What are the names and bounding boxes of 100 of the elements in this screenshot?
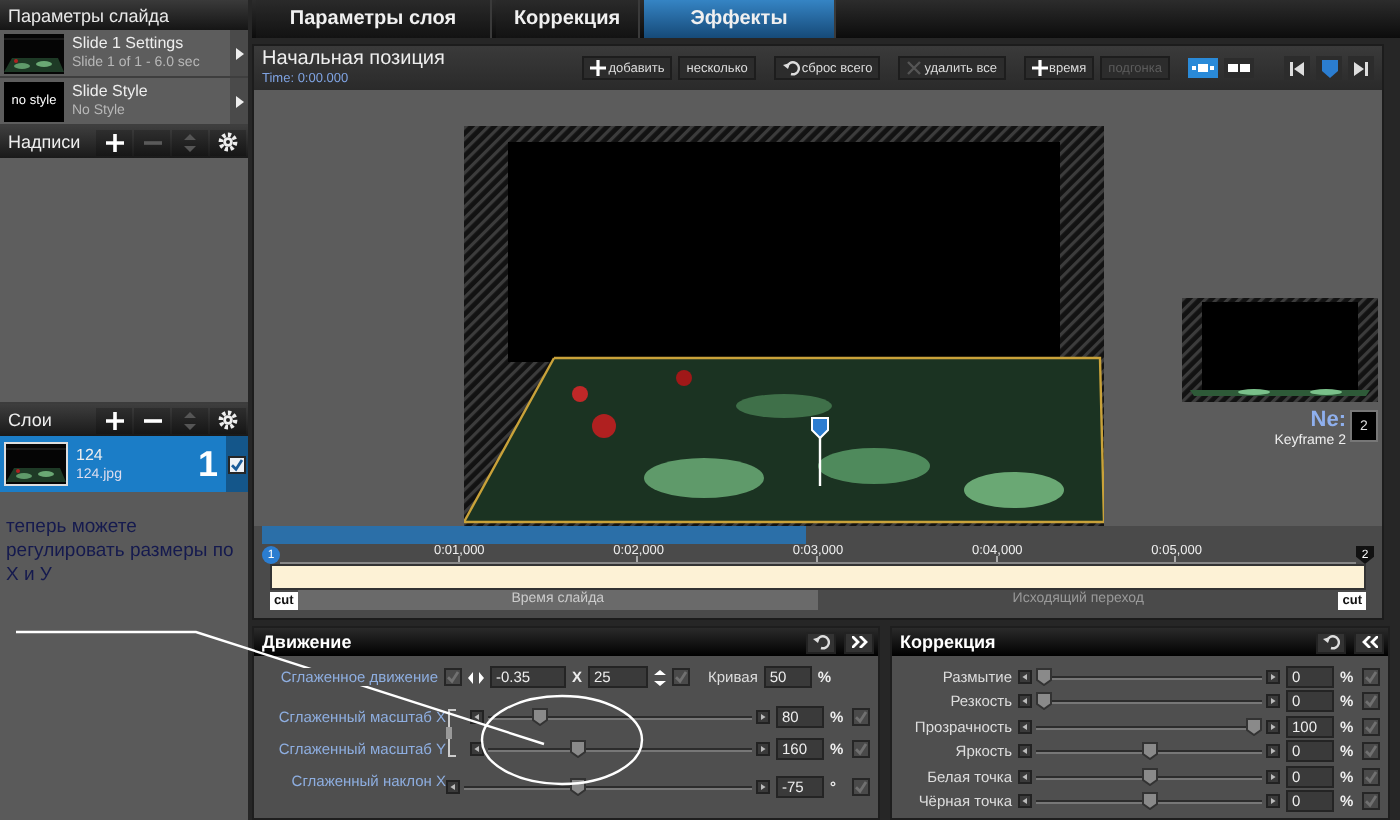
layer-name: 124 bbox=[76, 445, 105, 465]
layer-number: 1 bbox=[197, 443, 218, 485]
item-title: Slide 1 Settings bbox=[72, 34, 186, 54]
next-label: Ne: bbox=[1310, 410, 1346, 432]
decrease-button[interactable] bbox=[1018, 744, 1032, 759]
increase-button[interactable] bbox=[1266, 744, 1280, 759]
increase-button[interactable] bbox=[756, 742, 770, 756]
gear-icon bbox=[218, 410, 238, 430]
expand-button[interactable] bbox=[844, 631, 874, 653]
gear-icon bbox=[218, 132, 238, 152]
last-keyframe-button[interactable] bbox=[1348, 56, 1374, 80]
increase-button[interactable] bbox=[1266, 694, 1280, 709]
reset-button[interactable] bbox=[806, 631, 836, 653]
plus-icon bbox=[105, 133, 123, 151]
view-toggle[interactable] bbox=[1224, 58, 1254, 78]
slider-thumb[interactable] bbox=[532, 708, 549, 726]
plus-icon bbox=[1031, 60, 1047, 76]
single-view-icon bbox=[1192, 64, 1214, 72]
settings-button[interactable] bbox=[210, 129, 246, 155]
skip-start-icon bbox=[1290, 61, 1304, 75]
item-title: Slide Style bbox=[72, 82, 150, 102]
decrease-button[interactable] bbox=[1018, 719, 1032, 734]
double-chevron-right-icon bbox=[851, 636, 867, 648]
undo-icon bbox=[781, 60, 800, 76]
vertical-arrows-icon bbox=[654, 669, 667, 685]
tab[interactable]: Коррекция bbox=[496, 0, 640, 38]
panel-title: Надписи bbox=[8, 132, 83, 152]
slider-thumb[interactable] bbox=[569, 740, 586, 758]
slider-thumb[interactable] bbox=[1246, 717, 1262, 736]
slider[interactable] bbox=[464, 778, 752, 796]
collapse-button[interactable] bbox=[1354, 631, 1384, 653]
slider-thumb[interactable] bbox=[1036, 692, 1052, 711]
decrease-button[interactable] bbox=[1018, 769, 1032, 784]
plus-icon bbox=[105, 411, 123, 429]
undo-icon bbox=[812, 634, 830, 650]
checkbox[interactable] bbox=[1362, 667, 1380, 686]
panel-title: Коррекция bbox=[900, 632, 996, 652]
double-chevron-left-icon bbox=[1361, 636, 1377, 648]
view-toggle[interactable] bbox=[1188, 58, 1218, 78]
slider[interactable] bbox=[1036, 767, 1262, 786]
link-icon[interactable] bbox=[446, 708, 458, 758]
marker-icon bbox=[1321, 59, 1337, 77]
keyframe-marker-button[interactable] bbox=[1316, 56, 1342, 80]
keyframe-title: Начальная позиция bbox=[262, 48, 445, 72]
x-icon bbox=[906, 60, 923, 76]
add-button[interactable] bbox=[96, 407, 132, 433]
increase-button[interactable] bbox=[1266, 669, 1280, 684]
up-down-arrows-icon bbox=[182, 133, 198, 151]
increase-button[interactable] bbox=[756, 710, 770, 724]
tab[interactable]: Эффекты bbox=[644, 0, 836, 38]
plus-icon bbox=[590, 60, 607, 76]
checkbox[interactable] bbox=[672, 668, 691, 686]
add-button[interactable] bbox=[96, 129, 132, 155]
first-keyframe-button[interactable] bbox=[1284, 56, 1310, 80]
slider-thumb[interactable] bbox=[1141, 742, 1157, 761]
checkbox[interactable] bbox=[444, 668, 462, 686]
expand-button[interactable] bbox=[230, 30, 248, 76]
triangle-icon bbox=[235, 47, 243, 59]
panel-title: Движение bbox=[262, 632, 352, 652]
panel-header: Параметры слайда bbox=[0, 0, 248, 30]
decrease-button[interactable] bbox=[446, 780, 460, 794]
note-text: теперь можете регулировать размеры по X и У bbox=[6, 516, 236, 588]
checkbox[interactable] bbox=[1362, 717, 1380, 736]
up-down-arrows-icon bbox=[182, 411, 198, 429]
decrease-button[interactable] bbox=[470, 710, 484, 724]
timeline-bar[interactable] bbox=[270, 564, 1366, 590]
undo-icon bbox=[1322, 634, 1340, 650]
increase-button[interactable] bbox=[1266, 719, 1280, 734]
slider[interactable] bbox=[488, 708, 752, 726]
increase-button[interactable] bbox=[1266, 769, 1280, 784]
reset-button[interactable] bbox=[1316, 631, 1346, 653]
slider-thumb[interactable] bbox=[1141, 767, 1157, 786]
slider-thumb[interactable] bbox=[1036, 667, 1052, 686]
slider[interactable] bbox=[1036, 717, 1262, 736]
remove-button[interactable] bbox=[134, 407, 170, 433]
checkbox[interactable] bbox=[228, 455, 246, 473]
slider-thumb[interactable] bbox=[1141, 792, 1157, 811]
decrease-button[interactable] bbox=[1018, 669, 1032, 684]
triangle-icon bbox=[235, 95, 243, 107]
expand-button[interactable] bbox=[230, 78, 248, 124]
checkbox[interactable] bbox=[852, 778, 870, 796]
checkbox[interactable] bbox=[1362, 792, 1380, 811]
settings-button[interactable] bbox=[210, 407, 246, 433]
increase-button[interactable] bbox=[756, 780, 770, 794]
checkbox[interactable] bbox=[1362, 742, 1380, 761]
decrease-button[interactable] bbox=[470, 742, 484, 756]
skip-end-icon bbox=[1354, 61, 1368, 75]
checkbox[interactable] bbox=[852, 708, 870, 726]
slider[interactable] bbox=[1036, 667, 1262, 686]
horizontal-arrows-icon bbox=[468, 671, 484, 683]
tab[interactable]: Параметры слоя bbox=[256, 0, 492, 38]
slider[interactable] bbox=[488, 740, 752, 758]
decrease-button[interactable] bbox=[1018, 794, 1032, 809]
checkbox[interactable] bbox=[1362, 767, 1380, 786]
decrease-button[interactable] bbox=[1018, 694, 1032, 709]
increase-button[interactable] bbox=[1266, 794, 1280, 809]
panel-title: Слои bbox=[8, 410, 54, 430]
checkbox[interactable] bbox=[1362, 692, 1380, 711]
checkbox[interactable] bbox=[852, 740, 870, 758]
double-view-icon bbox=[1228, 64, 1250, 72]
